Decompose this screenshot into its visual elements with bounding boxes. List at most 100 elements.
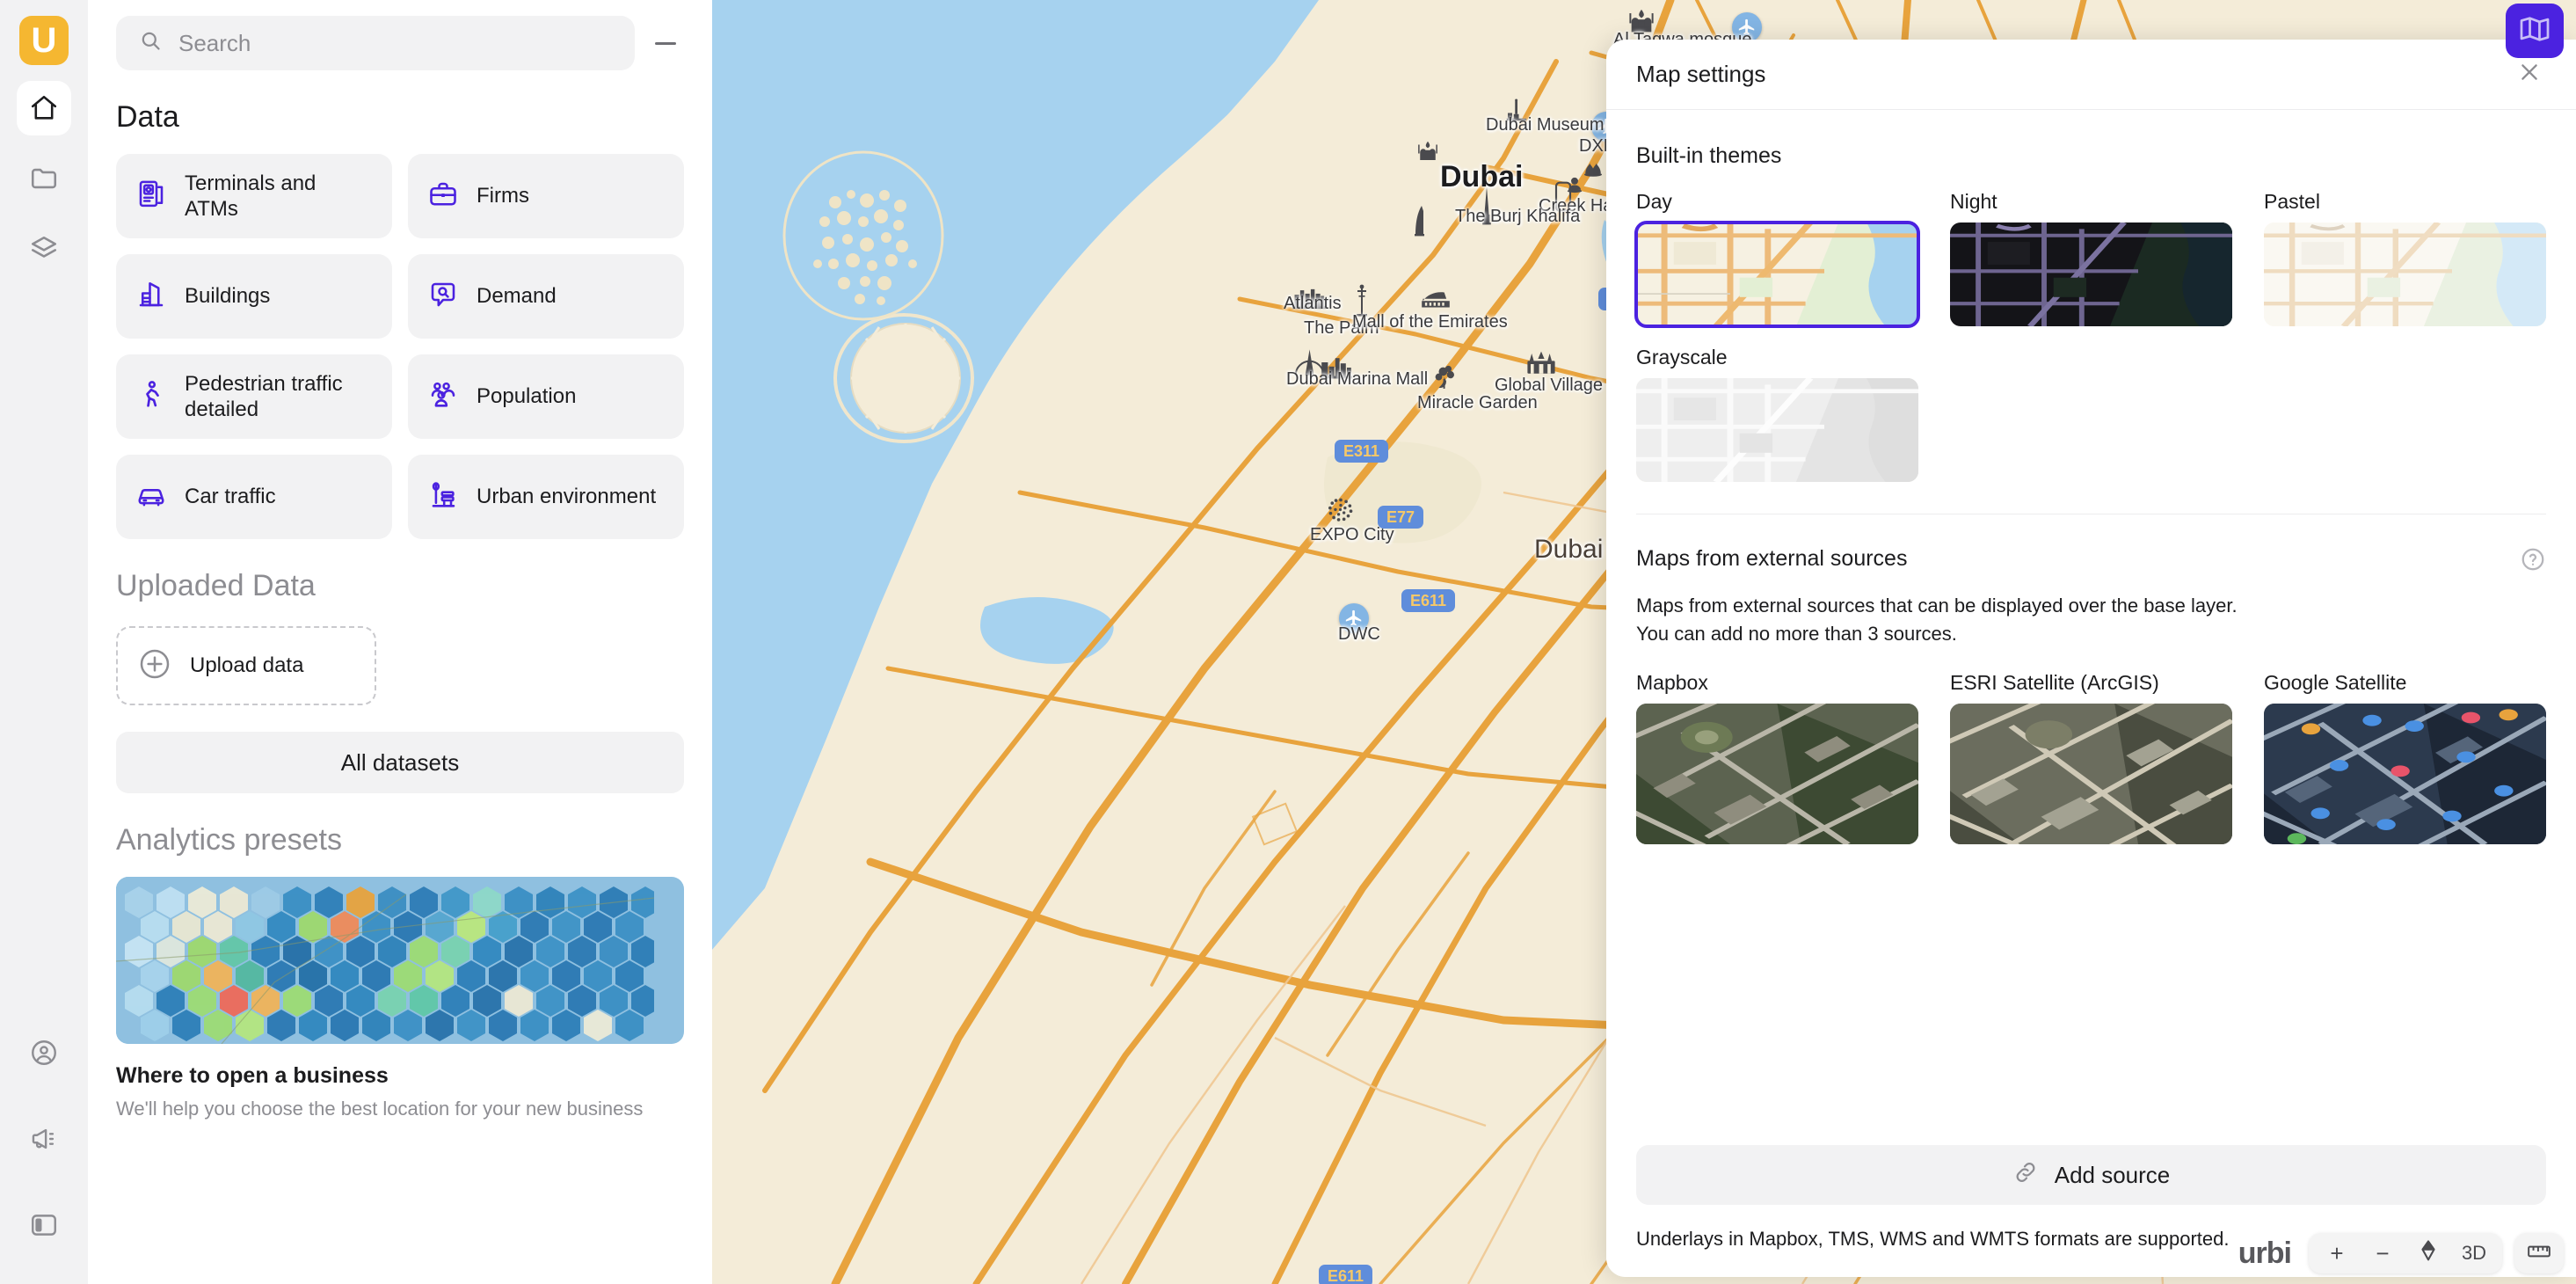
urbi-logo: urbi [2238, 1236, 2292, 1270]
source-thumbnail-esri[interactable] [1950, 703, 2232, 844]
source-name: ESRI Satellite (ArcGIS) [1950, 670, 2159, 694]
close-icon [2518, 61, 2541, 88]
app-root: U Search Data Terminals and ATMs Firms B… [0, 0, 2576, 1284]
sidebar-item-profile[interactable] [17, 1025, 71, 1080]
external-sources-description: Maps from external sources that can be d… [1636, 592, 2546, 648]
close-button[interactable] [2514, 60, 2544, 90]
theme-thumbnail-day[interactable] [1634, 221, 1920, 328]
data-tile-buildings[interactable]: Buildings [116, 254, 392, 339]
airplane-icon [1732, 12, 1762, 42]
zoom-out-button[interactable]: − [2361, 1236, 2404, 1271]
data-tile-firms[interactable]: Firms [408, 154, 684, 238]
question-mark-icon [2520, 548, 2546, 576]
map-fold-icon [2519, 16, 2551, 47]
data-tile-car-traffic[interactable]: Car traffic [116, 455, 392, 539]
external-desc-line-1: Maps from external sources that can be d… [1636, 595, 2238, 616]
section-heading-uploaded-data: Uploaded Data [116, 569, 316, 602]
poi-dwc-airport-marker[interactable] [1339, 603, 1369, 633]
sidebar-item-announcements[interactable] [17, 1112, 71, 1166]
building-icon [135, 279, 167, 315]
sidebar-item-home[interactable] [17, 81, 71, 135]
analytics-preset-card[interactable]: Where to open a business We'll help you … [116, 877, 684, 1122]
help-button[interactable] [2520, 546, 2546, 573]
left-sidebar-panel: Search Data Terminals and ATMs Firms Bui… [88, 0, 712, 1284]
map-settings-panel: Map settings Built-in themes Day Night P… [1606, 40, 2576, 1277]
map-controls: urbi + − 3D [2238, 1233, 2564, 1273]
data-tile-urban-environment[interactable]: Urban environment [408, 455, 684, 539]
section-heading-data: Data [116, 100, 179, 134]
poi-airport-marker[interactable] [1732, 12, 1762, 42]
theme-thumbnail-pastel[interactable] [2264, 223, 2546, 326]
poi-global-village-icon [1525, 350, 1557, 383]
road-shield: E311 [1335, 440, 1389, 463]
poi-marina-mall-icon [1321, 355, 1352, 384]
megaphone-icon [29, 1124, 59, 1154]
external-sources-header: Maps from external sources [1636, 546, 2546, 573]
demand-search-icon [427, 279, 459, 315]
theme-option-night[interactable]: Night [1950, 190, 2232, 326]
poi-mosque-icon [1415, 138, 1441, 169]
poi-mosque-icon [1626, 7, 1656, 41]
add-source-label: Add source [2054, 1161, 2171, 1188]
map-settings-toggle-button[interactable] [2506, 4, 2564, 58]
theme-thumbnail-night[interactable] [1950, 223, 2232, 326]
compass-needle-icon [2419, 1239, 2438, 1268]
data-tile-demand[interactable]: Demand [408, 254, 684, 339]
briefcase-icon [427, 179, 459, 215]
source-option-mapbox[interactable]: Mapbox [1636, 671, 1918, 844]
theme-option-grayscale[interactable]: Grayscale [1636, 346, 1918, 482]
car-icon [135, 479, 167, 515]
left-icon-rail: U [0, 0, 88, 1284]
pedestrian-icon [135, 379, 167, 415]
section-heading-external-sources: Maps from external sources [1636, 546, 1908, 571]
search-input[interactable]: Search [116, 16, 635, 70]
population-icon [427, 379, 459, 415]
section-heading-builtin-themes: Built-in themes [1636, 143, 1782, 168]
data-tile-label: Terminals and ATMs [185, 171, 317, 221]
layers-icon [29, 234, 59, 264]
airplane-icon [1339, 603, 1369, 633]
preset-thumbnail [116, 877, 684, 1044]
theme-thumbnail-grayscale[interactable] [1636, 378, 1918, 482]
rail-bottom-group [17, 994, 71, 1284]
map-settings-header: Map settings [1606, 40, 2576, 110]
sidebar-item-projects[interactable] [17, 151, 71, 206]
compass-button[interactable] [2407, 1236, 2449, 1271]
poi-expo-city-icon [1326, 495, 1356, 529]
source-option-esri-satellite[interactable]: ESRI Satellite (ArcGIS) [1950, 671, 2232, 844]
theme-name: Night [1950, 190, 1997, 213]
data-tile-label: Buildings [185, 284, 271, 309]
section-heading-analytics-presets: Analytics presets [116, 823, 342, 857]
map-settings-title: Map settings [1636, 61, 1766, 87]
source-option-google-satellite[interactable]: Google Satellite [2264, 671, 2546, 844]
minimize-sidebar-button[interactable] [645, 23, 686, 63]
source-thumbnail-google[interactable] [2264, 703, 2546, 844]
data-tile-terminals-and-atms[interactable]: Terminals and ATMs [116, 154, 392, 238]
data-tile-label: Urban environment [477, 485, 657, 509]
theme-name: Pastel [2264, 190, 2320, 213]
add-source-button[interactable]: Add source [1636, 1145, 2546, 1205]
zoom-in-button[interactable]: + [2316, 1236, 2358, 1271]
sidebar-item-layers[interactable] [17, 222, 71, 276]
poi-mall-of-the-emirates-icon [1421, 290, 1451, 314]
preset-subtitle: We'll help you choose the best location … [116, 1098, 644, 1120]
data-tile-population[interactable]: Population [408, 354, 684, 439]
data-tile-label: Pedestrian traffic detailed [185, 371, 343, 421]
source-thumbnail-mapbox[interactable] [1636, 703, 1918, 844]
all-datasets-button[interactable]: All datasets [116, 732, 684, 793]
ruler-button[interactable] [2514, 1233, 2564, 1273]
theme-option-day[interactable]: Day [1634, 190, 1920, 328]
data-tiles-grid: Terminals and ATMs Firms Buildings Deman… [88, 140, 712, 539]
upload-data-button[interactable]: Upload data [116, 626, 376, 705]
data-tile-pedestrian-traffic-detailed[interactable]: Pedestrian traffic detailed [116, 354, 392, 439]
poi-museum-icon [1503, 98, 1530, 128]
poi-tower-icon [1552, 180, 1575, 220]
mode-3d-button[interactable]: 3D [2453, 1236, 2495, 1271]
folder-icon [29, 164, 59, 193]
external-sources-grid: Mapbox ESRI Satellite (ArcGIS) Google Sa… [1636, 671, 2546, 844]
theme-option-pastel[interactable]: Pastel [2264, 190, 2546, 326]
app-logo[interactable]: U [19, 16, 69, 65]
atm-icon [135, 179, 167, 215]
zoom-controls-group: + − 3D [2309, 1233, 2502, 1273]
panel-toggle-button[interactable] [17, 1198, 71, 1252]
